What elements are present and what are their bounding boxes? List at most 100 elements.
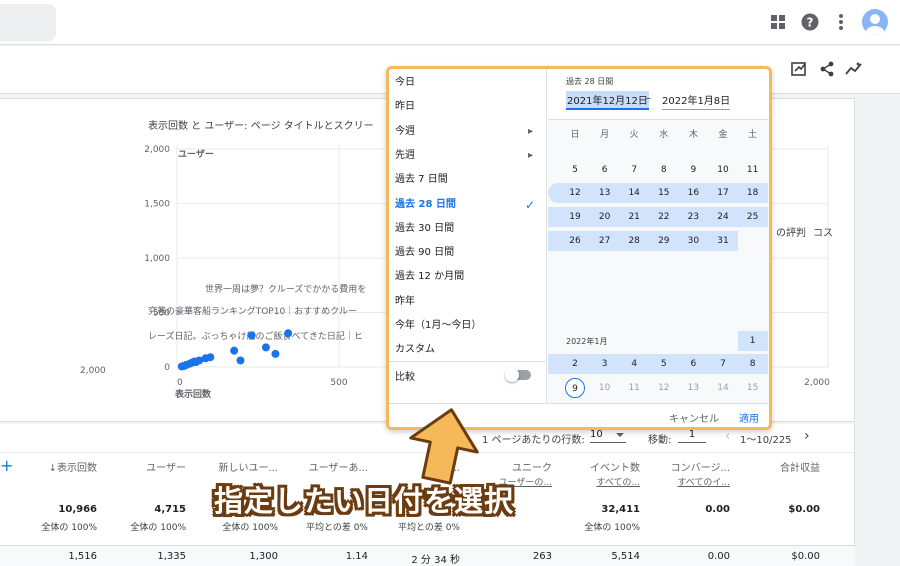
calendar-day[interactable]: 7 <box>619 160 649 180</box>
scatter-point[interactable] <box>284 329 293 338</box>
calendar-day[interactable]: 9 <box>565 378 585 398</box>
calendar-day[interactable]: 25 <box>619 427 649 430</box>
calendar-day[interactable]: 20 <box>590 207 620 227</box>
cancel-button[interactable]: キャンセル <box>669 410 719 425</box>
calendar-day[interactable]: 21 <box>619 207 649 227</box>
compare-toggle[interactable] <box>505 368 531 382</box>
calendar-day[interactable]: 17 <box>708 183 738 203</box>
calendar-day[interactable]: 15 <box>649 183 679 203</box>
calendar-day[interactable]: 29 <box>649 231 679 251</box>
top-bar: ? <box>0 0 900 45</box>
move-page-input[interactable]: 1 <box>678 429 706 443</box>
start-date-input[interactable]: 2021年12月12日 <box>566 91 649 110</box>
calendar-day[interactable]: 9 <box>678 160 708 180</box>
column-subheader[interactable]: すべてのイ... <box>677 475 730 488</box>
preset-item[interactable]: カスタム <box>395 338 543 362</box>
calendar-day[interactable]: 23 <box>678 207 708 227</box>
more-vert-icon[interactable] <box>829 10 853 34</box>
preset-item[interactable]: 先週 ▸ <box>395 144 543 168</box>
preset-item[interactable]: 昨年 <box>395 290 543 314</box>
preset-item[interactable]: 今週 ▸ <box>395 120 543 144</box>
column-header[interactable]: 合計収益 <box>780 459 820 474</box>
calendar-day[interactable]: 24 <box>708 207 738 227</box>
column-header[interactable]: コンバージ... <box>671 459 730 474</box>
calendar-day[interactable]: 6 <box>678 354 708 374</box>
column-subheader[interactable]: すべての... <box>596 475 640 488</box>
calendar-day[interactable]: 16 <box>678 183 708 203</box>
preset-item[interactable]: 過去 12 か月間 <box>395 265 543 289</box>
column-header[interactable]: ユニーク <box>512 459 552 474</box>
calendar-day[interactable]: 18 <box>738 183 768 203</box>
calendar-scroll[interactable]: 日月火水木金土 5 6 7 8 9 10 11 12 13 14 15 16 17 18 19 20 21 22 23… <box>548 119 769 418</box>
scatter-point[interactable] <box>236 356 245 365</box>
preset-item[interactable]: 過去 90 日間 <box>395 241 543 265</box>
calendar-day[interactable]: 7 <box>708 354 738 374</box>
rows-per-page-select[interactable]: 10 <box>590 429 626 443</box>
calendar-day[interactable]: 15 <box>738 378 768 398</box>
next-page-icon[interactable]: › <box>804 428 810 444</box>
calendar-day[interactable]: 13 <box>678 378 708 398</box>
column-header[interactable]: ユーザー <box>146 459 186 474</box>
calendar-day[interactable]: 1 <box>738 331 768 351</box>
calendar-day[interactable]: 8 <box>738 354 768 374</box>
calendar-day[interactable]: 28 <box>619 231 649 251</box>
preset-item[interactable]: 今日 <box>395 71 543 95</box>
calendar-day[interactable]: 19 <box>560 207 590 227</box>
calendar-day[interactable]: 8 <box>649 160 679 180</box>
calendar-day[interactable]: 31 <box>708 231 738 251</box>
preset-item[interactable]: 昨日 <box>395 95 543 119</box>
calendar-day[interactable]: 3 <box>590 354 620 374</box>
calendar-day[interactable]: 2 <box>560 354 590 374</box>
scatter-point[interactable] <box>247 331 256 340</box>
calendar-day[interactable]: 4 <box>619 354 649 374</box>
preset-label: 今週 <box>395 125 415 137</box>
calendar-day[interactable]: 13 <box>590 183 620 203</box>
insights-icon[interactable] <box>844 59 864 79</box>
calendar-day[interactable]: 6 <box>590 160 620 180</box>
calendar-day[interactable]: 28 <box>708 427 738 430</box>
calendar-day[interactable]: 26 <box>649 427 679 430</box>
scatter-point[interactable] <box>271 349 280 358</box>
calendar-day[interactable]: 26 <box>560 231 590 251</box>
calendar-day[interactable]: 11 <box>619 378 649 398</box>
preset-item[interactable]: 過去 7 日間 <box>395 168 543 192</box>
calendar-day[interactable]: 11 <box>738 160 768 180</box>
scatter-point[interactable] <box>261 343 270 352</box>
add-column-icon[interactable]: + <box>0 456 13 475</box>
calendar-day[interactable]: 14 <box>619 183 649 203</box>
scatter-point[interactable] <box>206 353 215 362</box>
calendar-day[interactable]: 27 <box>590 231 620 251</box>
calendar-day[interactable]: 12 <box>560 183 590 203</box>
column-header[interactable]: ユーザーあ... <box>309 459 368 474</box>
search-box[interactable] <box>0 4 56 41</box>
calendar-day[interactable]: 30 <box>678 231 708 251</box>
preset-item[interactable]: 過去 30 日間 <box>395 217 543 241</box>
apply-button[interactable]: 適用 <box>739 410 759 425</box>
calendar-day[interactable]: 27 <box>678 427 708 430</box>
table-row[interactable]: 1,516 1,335 1,300 1.14 2 分 34 秒 263 5,514 0.00 $… <box>0 545 855 566</box>
apps-icon[interactable] <box>766 10 790 34</box>
preset-item[interactable]: 今年（1月〜今日） <box>395 314 543 338</box>
calendar-day[interactable]: 25 <box>738 207 768 227</box>
calendar-day[interactable]: 5 <box>560 160 590 180</box>
prev-page-icon[interactable]: ‹ <box>725 429 730 444</box>
calendar-day[interactable]: 24 <box>590 427 620 430</box>
calendar-day[interactable]: 5 <box>649 354 679 374</box>
column-header[interactable]: イベント数 <box>590 459 640 474</box>
share-icon[interactable] <box>817 59 837 79</box>
help-icon[interactable]: ? <box>798 10 822 34</box>
calendar-day[interactable]: 12 <box>649 378 679 398</box>
account-avatar[interactable] <box>862 9 888 35</box>
customize-report-icon[interactable] <box>789 59 809 79</box>
calendar-day[interactable]: 22 <box>649 207 679 227</box>
calendar-day[interactable]: 10 <box>590 378 620 398</box>
end-date-input[interactable]: 2022年1月8日 <box>662 92 731 110</box>
calendar-day[interactable]: 14 <box>708 378 738 398</box>
column-header[interactable]: ↓表示回数 <box>49 459 97 474</box>
scatter-point[interactable] <box>230 346 239 355</box>
calendar-day[interactable]: 29 <box>738 427 768 430</box>
column-header[interactable]: 新しいユー... <box>218 459 278 474</box>
calendar-day[interactable]: 23 <box>560 427 590 430</box>
calendar-day[interactable]: 10 <box>708 160 738 180</box>
preset-item[interactable]: 過去 28 日間 ✓ <box>395 193 543 217</box>
